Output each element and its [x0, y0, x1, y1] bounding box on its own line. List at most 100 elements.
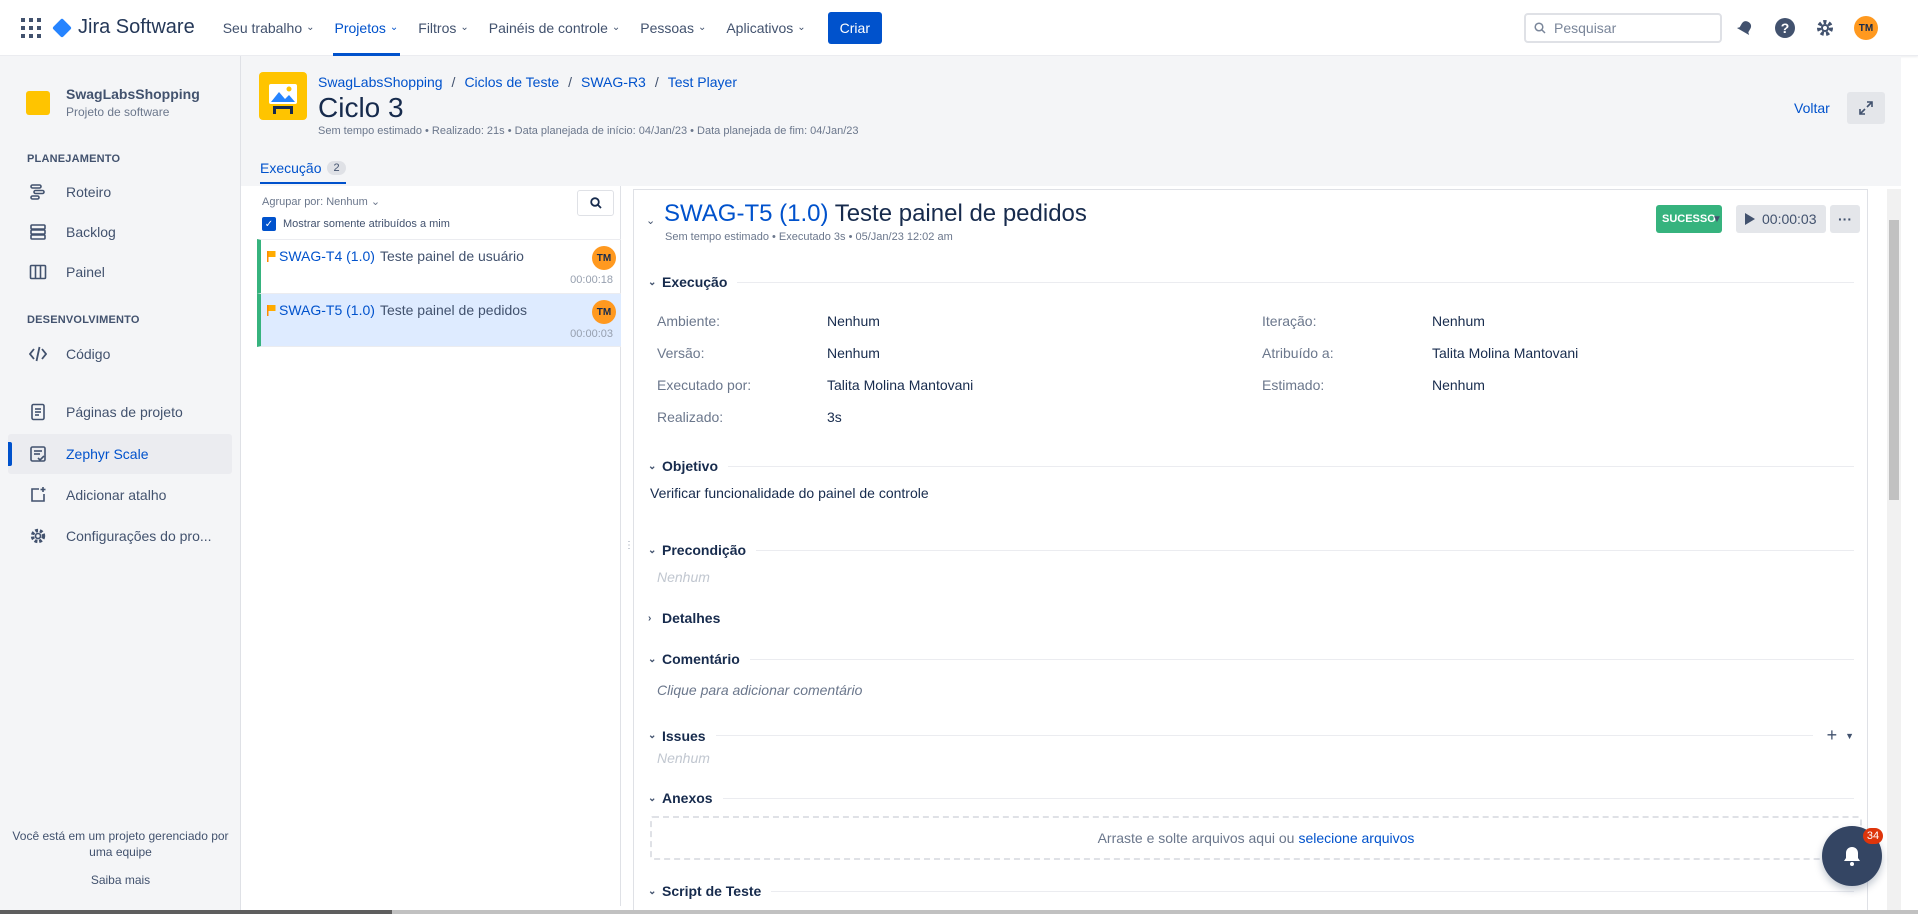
- more-actions-button[interactable]: ···: [1830, 205, 1860, 233]
- planning-heading: PLANEJAMENTO: [27, 153, 121, 165]
- back-link[interactable]: Voltar: [1794, 100, 1830, 116]
- chevron-down-icon: ⌄: [611, 22, 621, 33]
- chevron-down-icon: ⌄: [648, 460, 657, 472]
- jira-logo[interactable]: Jira Software: [52, 16, 195, 39]
- notifications-bell-icon[interactable]: [1733, 16, 1757, 40]
- assignee: TM: [592, 246, 616, 270]
- list-item[interactable]: SWAG-T5 (1.0) Teste painel de pedidos TM …: [257, 293, 621, 347]
- sidebar-item-label: Zephyr Scale: [66, 446, 149, 462]
- sidebar-item-project-settings[interactable]: Configurações do pro...: [8, 516, 232, 556]
- attachment-dropzone[interactable]: Arraste e solte arquivos aqui ou selecion…: [650, 816, 1862, 860]
- bell-icon: [1844, 847, 1860, 866]
- group-by-select[interactable]: Agrupar por: Nenhum ⌄: [262, 195, 380, 208]
- collapse-chevron-icon[interactable]: ⌄: [646, 214, 655, 227]
- divider: [722, 797, 1854, 799]
- timer-value: 00:00:03: [1762, 211, 1817, 227]
- tab-execution[interactable]: Execução 2: [260, 160, 346, 184]
- list-search-button[interactable]: [577, 190, 614, 216]
- field-value-executed-by[interactable]: Talita Molina Mantovani: [827, 377, 973, 393]
- section-title: Issues: [662, 727, 706, 744]
- page-scrollbar-thumb[interactable]: [0, 910, 392, 914]
- notification-count-badge: 34: [1863, 828, 1883, 844]
- page-title: Ciclo 3: [318, 92, 404, 123]
- group-by-label: Agrupar por: Nenhum: [262, 196, 368, 208]
- only-assigned-checkbox[interactable]: ✓ Mostrar somente atribuídos a mim: [262, 217, 450, 231]
- sidebar-item-board[interactable]: Painel: [8, 252, 232, 292]
- help-icon[interactable]: ?: [1773, 16, 1797, 40]
- nav-projects[interactable]: Projetos ⌄: [325, 0, 409, 56]
- section-execution[interactable]: ⌄ Execução: [648, 274, 1854, 290]
- search-input[interactable]: Pesquisar: [1524, 13, 1722, 43]
- sidebar-item-project-pages[interactable]: Páginas de projeto: [8, 392, 232, 432]
- breadcrumb: SwagLabsShopping / Ciclos de Teste / SWAG-…: [318, 74, 737, 90]
- field-value-environment[interactable]: Nenhum: [827, 313, 880, 329]
- chevron-right-icon: ›: [648, 612, 652, 624]
- sidebar-item-zephyr-scale[interactable]: Zephyr Scale: [8, 434, 232, 474]
- comment-input[interactable]: Clique para adicionar comentário: [657, 682, 862, 698]
- sidebar-item-label: Roteiro: [66, 184, 112, 200]
- settings-gear-icon[interactable]: [1813, 16, 1837, 40]
- sidebar-item-roadmap[interactable]: Roteiro: [8, 172, 232, 212]
- nav-people[interactable]: Pessoas ⌄: [630, 0, 716, 56]
- search-placeholder: Pesquisar: [1554, 20, 1617, 36]
- create-button[interactable]: Criar: [827, 11, 882, 44]
- breadcrumb-test-cycles[interactable]: Ciclos de Teste: [464, 74, 559, 90]
- app-switcher-icon[interactable]: [21, 17, 41, 38]
- divider: [771, 890, 1854, 892]
- list-item[interactable]: SWAG-T4 (1.0) Teste painel de usuário TM …: [257, 239, 621, 293]
- sidebar-item-label: Backlog: [66, 224, 116, 240]
- add-issue-icon[interactable]: +: [1827, 725, 1838, 746]
- field-label: Realizado:: [657, 409, 724, 425]
- scrollbar-thumb[interactable]: [1889, 220, 1899, 500]
- section-title: Detalhes: [662, 610, 721, 626]
- field-label: Versão:: [657, 345, 705, 361]
- nav-filters[interactable]: Filtros ⌄: [408, 0, 479, 56]
- chevron-down-icon: ⌄: [797, 22, 806, 33]
- test-key[interactable]: SWAG-T5 (1.0): [664, 200, 828, 227]
- project-type: Projeto de software: [66, 105, 170, 119]
- chevron-down-icon: ⌄: [389, 22, 399, 33]
- breadcrumb-cycle-key[interactable]: SWAG-R3: [581, 74, 646, 90]
- nav-dashboards[interactable]: Painéis de controle ⌄: [479, 0, 630, 56]
- sidebar-item-add-shortcut[interactable]: Adicionar atalho: [8, 475, 232, 515]
- nav-your-work[interactable]: Seu trabalho ⌄: [213, 0, 325, 56]
- section-precondition[interactable]: ⌄ Precondição: [648, 542, 1854, 558]
- field-value-version[interactable]: Nenhum: [827, 345, 880, 361]
- section-objective[interactable]: ⌄ Objetivo: [648, 458, 1854, 474]
- timer-button[interactable]: 00:00:03: [1736, 205, 1826, 233]
- test-key: SWAG-T4 (1.0): [279, 248, 375, 264]
- search-icon: [589, 197, 602, 209]
- section-test-script[interactable]: ⌄ Script de Teste: [648, 883, 1854, 899]
- status-dropdown-icon[interactable]: ▼: [1712, 214, 1722, 225]
- user-avatar-button[interactable]: TM: [1854, 16, 1878, 40]
- section-issues[interactable]: ⌄ Issues + ▼: [648, 725, 1854, 746]
- sidebar-item-label: Adicionar atalho: [66, 487, 167, 503]
- divider: [756, 549, 1854, 551]
- section-attachments[interactable]: ⌄ Anexos: [648, 790, 1854, 806]
- svg-text:?: ?: [1781, 20, 1790, 36]
- issues-dropdown-icon[interactable]: ▼: [1845, 731, 1854, 741]
- nav-apps[interactable]: Aplicativos ⌄: [716, 0, 815, 56]
- breadcrumb-project[interactable]: SwagLabsShopping: [318, 74, 443, 90]
- section-details[interactable]: › Detalhes: [648, 610, 1854, 626]
- project-header[interactable]: SwagLabsShopping Projeto de software: [26, 86, 200, 119]
- breadcrumb-test-player[interactable]: Test Player: [668, 74, 737, 90]
- select-files-link[interactable]: selecione arquivos: [1298, 830, 1414, 846]
- chevron-down-icon: ⌄: [460, 22, 469, 33]
- checkbox-checked-icon: ✓: [262, 217, 276, 231]
- field-value-estimated[interactable]: Nenhum: [1432, 377, 1485, 393]
- section-comment[interactable]: ⌄ Comentário: [648, 651, 1854, 667]
- field-value-assigned-to[interactable]: Talita Molina Mantovani: [1432, 345, 1578, 361]
- expand-button[interactable]: [1847, 92, 1885, 124]
- avatar: TM: [1854, 16, 1878, 40]
- panel-resize-handle[interactable]: ⋮: [624, 540, 634, 556]
- field-value-iteration[interactable]: Nenhum: [1432, 313, 1485, 329]
- sidebar-item-backlog[interactable]: Backlog: [8, 212, 232, 252]
- project-sidebar: SwagLabsShopping Projeto de software PLA…: [0, 56, 241, 914]
- section-title: Script de Teste: [662, 883, 762, 899]
- field-value-actual-time[interactable]: 3s: [827, 409, 842, 425]
- sidebar-item-code[interactable]: Código: [8, 334, 232, 374]
- learn-more-link[interactable]: Saiba mais: [0, 872, 241, 888]
- sidebar-item-label: Painel: [66, 264, 105, 280]
- chevron-down-icon: ⌄: [648, 792, 657, 804]
